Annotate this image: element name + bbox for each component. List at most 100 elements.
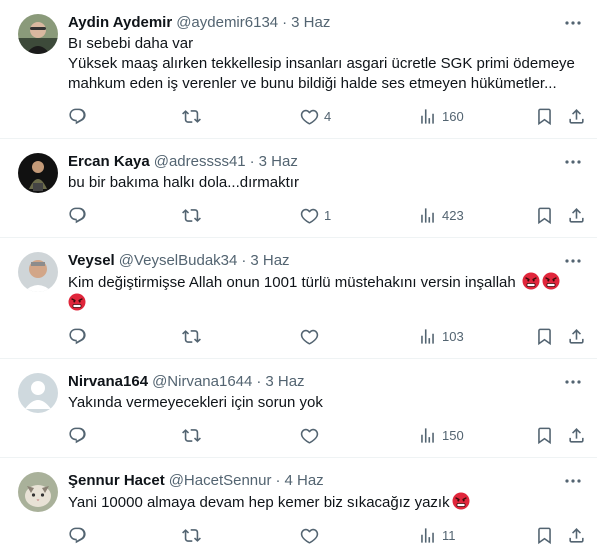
tweet-actions: 1 423 bbox=[68, 193, 584, 237]
display-name[interactable]: Şennur Hacet bbox=[68, 472, 165, 489]
tweet-text: Kim değiştirmişse Allah onun 1001 türlü … bbox=[68, 274, 516, 291]
timestamp[interactable]: 3 Haz bbox=[250, 252, 289, 269]
retweet-button[interactable] bbox=[182, 205, 206, 225]
tweet-text: Yani 10000 almaya devam hep kemer biz sı… bbox=[68, 494, 450, 511]
avatar[interactable] bbox=[18, 472, 58, 512]
bookmark-button[interactable] bbox=[535, 525, 554, 545]
like-button[interactable]: 4 bbox=[300, 106, 331, 126]
display-name[interactable]: Aydin Aydemir bbox=[68, 14, 172, 31]
views-button[interactable]: 103 bbox=[418, 326, 464, 346]
views-button[interactable]: 160 bbox=[418, 106, 464, 126]
heart-icon bbox=[300, 526, 319, 545]
avatar[interactable] bbox=[18, 373, 58, 413]
reply-icon bbox=[68, 526, 87, 545]
reply-button[interactable] bbox=[68, 326, 92, 346]
retweet-button[interactable] bbox=[182, 525, 206, 545]
more-dots-icon[interactable] bbox=[563, 157, 583, 167]
like-button[interactable] bbox=[300, 425, 324, 445]
views-button[interactable]: 11 bbox=[418, 525, 456, 545]
share-icon bbox=[567, 107, 586, 126]
reply-button[interactable] bbox=[68, 106, 92, 126]
separator-dot: · bbox=[256, 372, 262, 390]
separator-dot: · bbox=[282, 13, 288, 31]
share-button[interactable] bbox=[567, 425, 586, 445]
user-handle[interactable]: @adressss41 bbox=[154, 153, 246, 170]
share-icon bbox=[567, 327, 586, 346]
angry-face-emoji bbox=[452, 492, 470, 510]
reply-button[interactable] bbox=[68, 525, 92, 545]
heart-icon bbox=[300, 206, 319, 225]
retweet-button[interactable] bbox=[182, 106, 206, 126]
display-name[interactable]: Ercan Kaya bbox=[68, 153, 150, 170]
tweet-header: Nirvana164 @Nirvana1644 · 3 Haz bbox=[68, 371, 581, 391]
separator-dot: · bbox=[249, 152, 255, 170]
heart-icon bbox=[300, 107, 319, 126]
view-count: 150 bbox=[442, 427, 464, 443]
more-dots-icon[interactable] bbox=[563, 476, 583, 486]
tweet-text: Bı sebebi daha var Yüksek maaş alırken t… bbox=[68, 35, 575, 92]
tweet-reply[interactable]: Şennur Hacet @HacetSennur · 4 Haz Yani 1… bbox=[0, 458, 597, 556]
timestamp[interactable]: 3 Haz bbox=[291, 14, 330, 31]
display-name[interactable]: Nirvana164 bbox=[68, 373, 148, 390]
display-name[interactable]: Veysel bbox=[68, 252, 115, 269]
avatar[interactable] bbox=[18, 252, 58, 292]
tweet-actions: 150 bbox=[68, 413, 584, 457]
bookmark-button[interactable] bbox=[535, 326, 554, 346]
tweet-text: bu bir bakıma halkı dola...dırmaktır bbox=[68, 174, 299, 191]
timestamp[interactable]: 3 Haz bbox=[259, 153, 298, 170]
share-button[interactable] bbox=[567, 525, 586, 545]
like-button[interactable]: 1 bbox=[300, 205, 331, 225]
reply-icon bbox=[68, 107, 87, 126]
bookmark-button[interactable] bbox=[535, 106, 554, 126]
views-button[interactable]: 423 bbox=[418, 205, 464, 225]
tweet-reply[interactable]: Veysel @VeyselBudak34 · 3 Haz Kim değişt… bbox=[0, 238, 597, 359]
user-handle[interactable]: @aydemir6134 bbox=[176, 14, 278, 31]
tweet-reply[interactable]: Ercan Kaya @adressss41 · 3 Haz bu bir ba… bbox=[0, 139, 597, 238]
tweet-actions: 4 160 bbox=[68, 94, 584, 138]
heart-icon bbox=[300, 426, 319, 445]
more-dots-icon[interactable] bbox=[563, 377, 583, 387]
more-dots-icon[interactable] bbox=[563, 18, 583, 28]
tweet-reply[interactable]: Aydin Aydemir @aydemir6134 · 3 Haz Bı se… bbox=[0, 0, 597, 139]
retweet-icon bbox=[182, 526, 201, 545]
share-button[interactable] bbox=[567, 326, 586, 346]
retweet-icon bbox=[182, 327, 201, 346]
views-button[interactable]: 150 bbox=[418, 425, 464, 445]
retweet-button[interactable] bbox=[182, 326, 206, 346]
tweet-header: Ercan Kaya @adressss41 · 3 Haz bbox=[68, 151, 581, 171]
share-button[interactable] bbox=[567, 106, 586, 126]
tweet-reply[interactable]: Nirvana164 @Nirvana1644 · 3 Haz Yakında … bbox=[0, 359, 597, 458]
reply-button[interactable] bbox=[68, 205, 92, 225]
view-count: 103 bbox=[442, 328, 464, 344]
view-count: 423 bbox=[442, 207, 464, 223]
reply-icon bbox=[68, 327, 87, 346]
view-count: 160 bbox=[442, 108, 464, 124]
like-count: 4 bbox=[324, 108, 332, 124]
avatar[interactable] bbox=[18, 14, 58, 54]
retweet-button[interactable] bbox=[182, 425, 206, 445]
avatar[interactable] bbox=[18, 153, 58, 193]
view-count: 11 bbox=[442, 527, 456, 543]
user-handle[interactable]: @VeyselBudak34 bbox=[119, 252, 238, 269]
like-button[interactable] bbox=[300, 326, 324, 346]
share-icon bbox=[567, 426, 586, 445]
share-button[interactable] bbox=[567, 205, 586, 225]
like-button[interactable] bbox=[300, 525, 324, 545]
user-handle[interactable]: @Nirvana1644 bbox=[152, 373, 252, 390]
retweet-icon bbox=[182, 107, 201, 126]
timestamp[interactable]: 4 Haz bbox=[284, 472, 323, 489]
views-chart-icon bbox=[418, 426, 437, 445]
bookmark-icon bbox=[535, 107, 554, 126]
reply-icon bbox=[68, 426, 87, 445]
share-icon bbox=[567, 526, 586, 545]
more-dots-icon[interactable] bbox=[563, 256, 583, 266]
tweet-text-container: Kim değiştirmişse Allah onun 1001 türlü … bbox=[68, 272, 581, 314]
retweet-icon bbox=[182, 426, 201, 445]
user-handle[interactable]: @HacetSennur bbox=[169, 472, 272, 489]
bookmark-button[interactable] bbox=[535, 425, 554, 445]
tweet-actions: 103 bbox=[68, 314, 584, 358]
timestamp[interactable]: 3 Haz bbox=[265, 373, 304, 390]
like-count: 1 bbox=[324, 207, 332, 223]
reply-button[interactable] bbox=[68, 425, 92, 445]
bookmark-button[interactable] bbox=[535, 205, 554, 225]
